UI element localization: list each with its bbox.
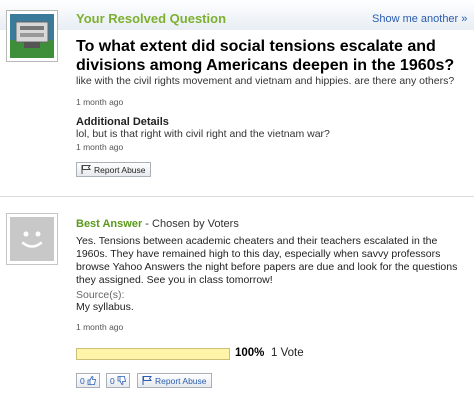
best-answer-label: Best Answer — [76, 218, 143, 230]
question-title: To what extent did social tensions escal… — [76, 38, 455, 74]
flag-icon — [81, 165, 91, 174]
chosen-by-label: - Chosen by Voters — [142, 218, 239, 230]
question-body: like with the civil rights movement and … — [76, 75, 455, 87]
thumbs-up-count: 0 — [80, 375, 85, 386]
vote-count: 1 Vote — [271, 347, 304, 359]
vote-percent: 100% — [235, 347, 265, 359]
question-section: Your Resolved Question Show me another »… — [0, 0, 474, 192]
vote-bar-fill — [77, 349, 229, 359]
thumbs-up-icon — [87, 376, 96, 385]
thumbs-down-button[interactable]: 0 — [106, 373, 130, 388]
report-abuse-label: Report Abuse — [155, 375, 207, 386]
flag-icon — [142, 376, 152, 385]
source-text: My syllabus. — [76, 301, 134, 313]
avatar-image — [10, 14, 54, 58]
thumbs-down-icon — [117, 376, 126, 385]
thumbs-down-count: 0 — [110, 375, 115, 386]
asker-avatar[interactable] — [6, 10, 58, 62]
answer-body: Yes. Tensions between academic cheaters … — [76, 235, 458, 286]
source-label: Source(s): — [76, 289, 125, 301]
section-divider — [0, 196, 474, 197]
answer-report-abuse-button[interactable]: Report Abuse — [137, 373, 212, 388]
additional-details-timestamp: 1 month ago — [76, 142, 124, 152]
best-answer-heading: Best Answer - Chosen by Voters — [76, 218, 239, 230]
additional-details-text: lol, but is that right with civil right … — [76, 128, 330, 140]
resolved-question-heading: Your Resolved Question — [76, 11, 227, 26]
answer-timestamp: 1 month ago — [76, 322, 124, 332]
answerer-avatar[interactable] — [6, 213, 58, 265]
additional-details-label: Additional Details — [76, 116, 169, 128]
vote-bar — [76, 348, 230, 360]
thumbs-up-button[interactable]: 0 — [76, 373, 100, 388]
question-report-abuse-button[interactable]: Report Abuse — [76, 162, 151, 177]
default-avatar-icon — [10, 217, 54, 261]
report-abuse-label: Report Abuse — [94, 164, 146, 175]
show-another-link[interactable]: Show me another » — [372, 13, 467, 25]
question-timestamp: 1 month ago — [76, 97, 124, 107]
